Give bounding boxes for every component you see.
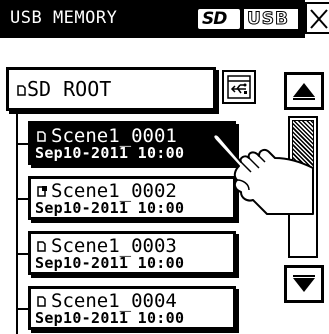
- scene-item[interactable]: Scene1_0001 Sep10-2011 10:00: [28, 121, 236, 165]
- arrow-down-icon: [293, 275, 315, 292]
- scene-date: Sep10-2011 10:00: [35, 199, 185, 217]
- window-title: USB MEMORY: [10, 8, 118, 28]
- sd-root-folder[interactable]: SD ROOT: [6, 67, 216, 111]
- scene-date: Sep10-2011 10:00: [35, 309, 185, 327]
- sd-card-icon: SD: [198, 9, 240, 29]
- tree-branch: [16, 143, 28, 145]
- usb-transfer-icon: [227, 75, 251, 99]
- usb-transfer-button[interactable]: [222, 70, 256, 104]
- scroll-down-button[interactable]: [284, 265, 324, 303]
- tree-branch: [16, 198, 28, 200]
- scrollbar-thumb[interactable]: [292, 120, 314, 198]
- close-icon: [310, 9, 328, 29]
- tree-branch: [16, 308, 28, 310]
- arrow-up-icon: [293, 83, 315, 100]
- scene-date: Sep10-2011 10:00: [35, 254, 185, 272]
- scene-date: Sep10-2011 10:00: [35, 144, 185, 162]
- scroll-up-button[interactable]: [284, 72, 324, 110]
- sd-root-label: SD ROOT: [27, 77, 112, 101]
- scene-item[interactable]: Scene1_0004 Sep10-2011 10:00: [28, 286, 236, 330]
- usb-icon: USB: [244, 9, 298, 30]
- sd-badge-label: SD: [202, 9, 227, 29]
- title-bar: USB MEMORY SD USB: [0, 0, 305, 38]
- close-button[interactable]: [305, 2, 329, 34]
- scene-item[interactable]: Scene1_0002 Sep10-2011 10:00: [28, 176, 236, 220]
- scene-item[interactable]: Scene1_0003 Sep10-2011 10:00: [28, 231, 236, 275]
- scrollbar-track[interactable]: [288, 116, 318, 258]
- tree-branch: [16, 253, 28, 255]
- usb-memory-screen: USB MEMORY SD USB SD ROOT Scene1_0001 Se…: [0, 0, 329, 334]
- folder-icon: [17, 80, 26, 101]
- usb-badge-label: USB: [246, 9, 290, 30]
